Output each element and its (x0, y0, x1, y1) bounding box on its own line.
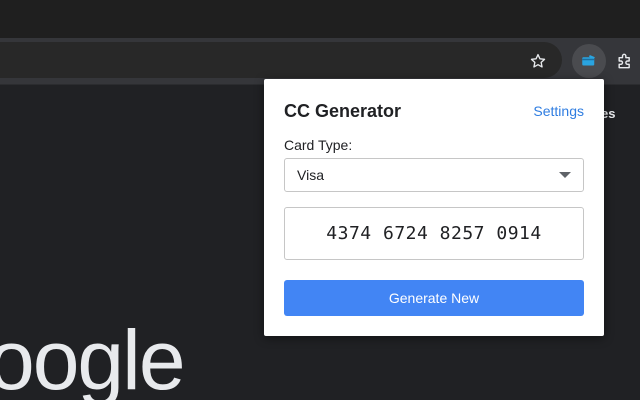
address-bar[interactable] (0, 42, 562, 78)
card-number-value: 4374 6724 8257 0914 (326, 223, 542, 244)
generate-new-button[interactable]: Generate New (284, 280, 584, 316)
cc-generator-extension-button[interactable] (572, 44, 606, 78)
tab-strip (0, 0, 640, 38)
star-icon (530, 53, 546, 68)
chevron-down-icon (559, 172, 571, 178)
card-type-label: Card Type: (284, 137, 353, 153)
extension-popup: CC Generator Settings Card Type: Visa 43… (264, 79, 604, 336)
card-icon (582, 55, 595, 66)
settings-link[interactable]: Settings (533, 103, 584, 119)
card-type-selected-value: Visa (297, 167, 324, 183)
card-number-field[interactable]: 4374 6724 8257 0914 (284, 207, 584, 260)
bookmark-star-button[interactable] (525, 48, 551, 74)
popup-title: CC Generator (284, 101, 402, 121)
card-type-select[interactable]: Visa (284, 158, 584, 192)
browser-window: es oogle CC Generator Settings Card Type… (0, 0, 640, 400)
extensions-menu-button[interactable] (611, 48, 639, 74)
puzzle-icon (618, 53, 630, 69)
google-logo-fragment: oogle (0, 313, 186, 400)
